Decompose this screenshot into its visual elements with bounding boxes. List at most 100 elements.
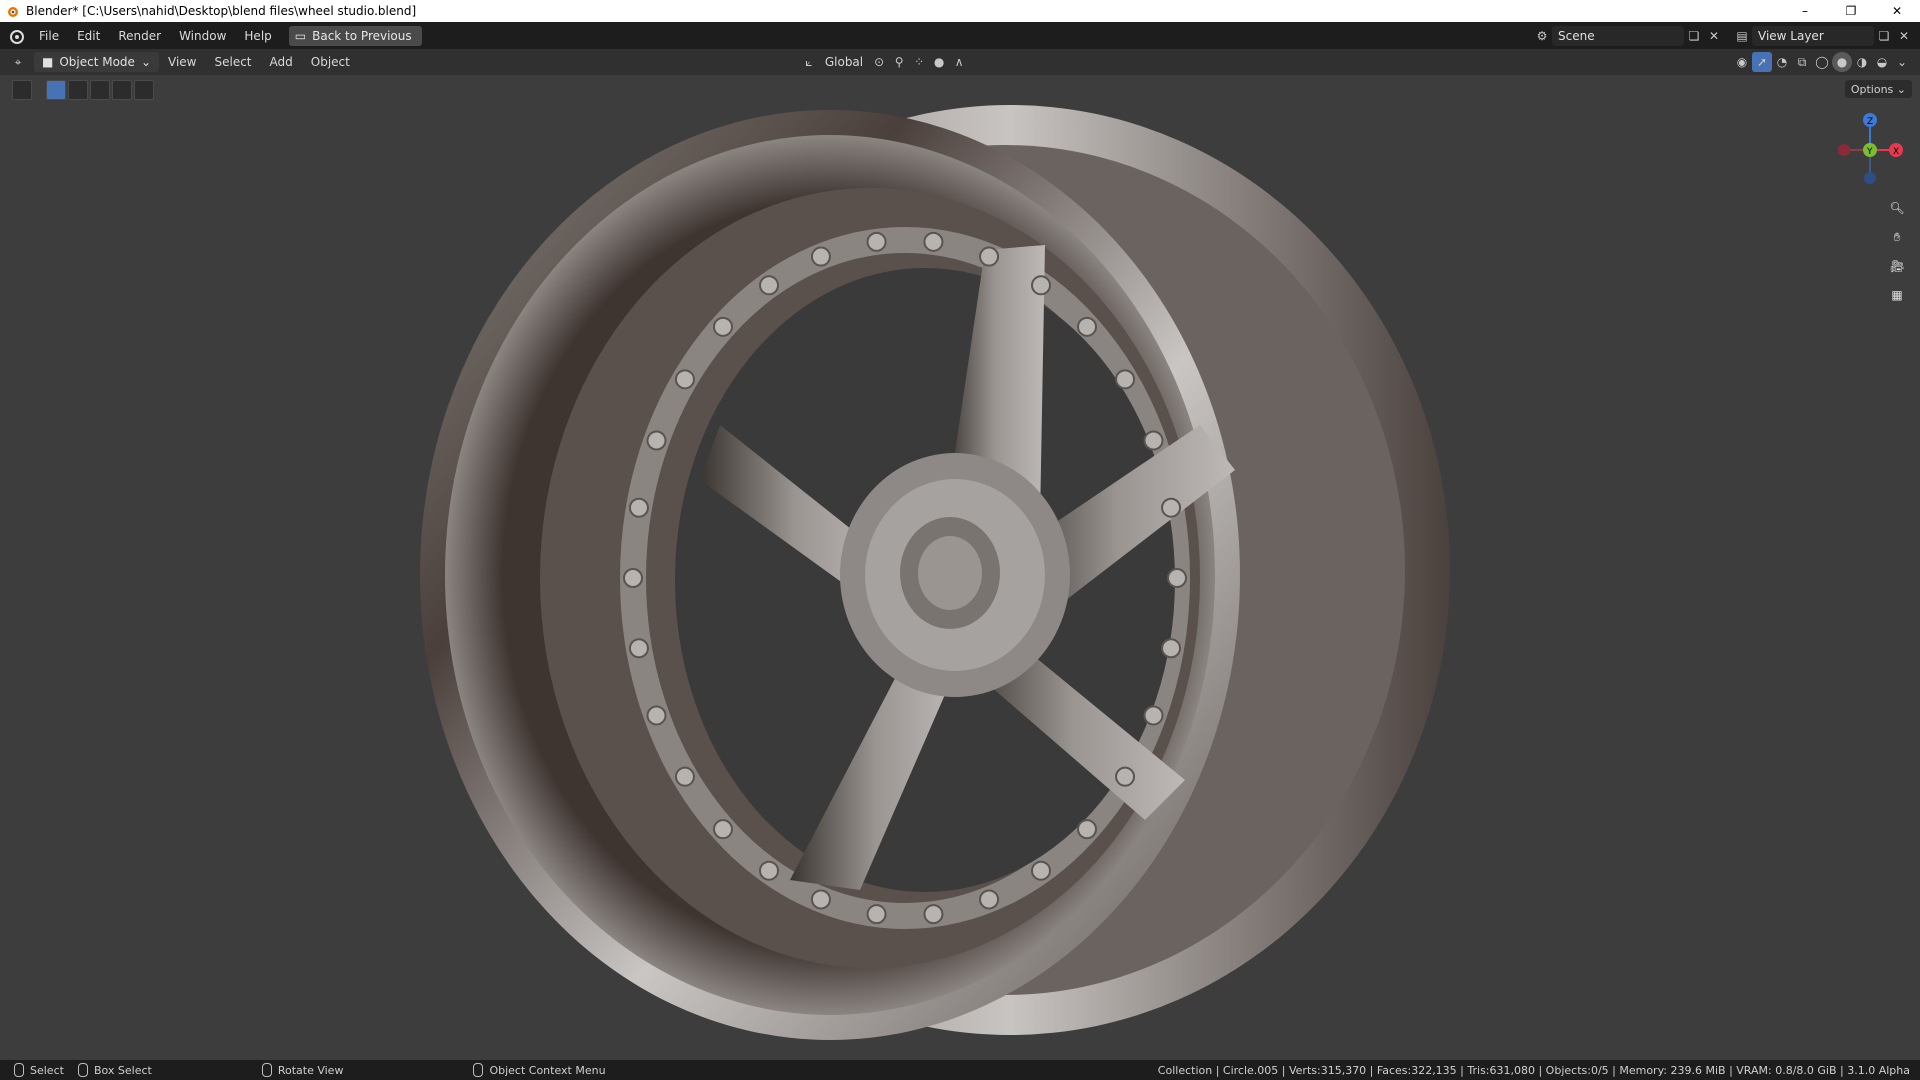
rendered-shading-icon[interactable]: ◒: [1872, 52, 1892, 72]
menu-edit[interactable]: Edit: [68, 29, 109, 43]
window-title: Blender* [C:\Users\nahid\Desktop\blend f…: [26, 4, 417, 18]
rim-bolt: [979, 889, 1000, 910]
falloff-icon[interactable]: ∧: [949, 52, 969, 72]
select-new-icon[interactable]: [46, 80, 66, 100]
rim-bolt: [1115, 369, 1136, 390]
rim-bolt: [923, 904, 944, 925]
proportional-edit-icon[interactable]: ●: [929, 52, 949, 72]
gizmo-x-label: X: [1893, 147, 1899, 157]
blender-logo-icon: [8, 7, 18, 17]
scene-statistics: Collection | Circle.005 | Verts:315,370 …: [1157, 1063, 1910, 1077]
select-extend-icon[interactable]: [68, 80, 88, 100]
menu-select[interactable]: Select: [205, 55, 260, 69]
rim-bolts: [623, 231, 1187, 925]
rim-bolt: [1031, 275, 1051, 296]
menu-file[interactable]: File: [30, 29, 68, 43]
rim-bolt: [712, 316, 733, 337]
close-button[interactable]: ✕: [1874, 0, 1920, 22]
new-view-layer-icon[interactable]: ❏: [1874, 26, 1894, 46]
shading-options-icon[interactable]: ⌄: [1892, 52, 1912, 72]
select-subtract-icon[interactable]: [90, 80, 110, 100]
mouse-left-icon: [14, 1063, 24, 1077]
delete-scene-icon[interactable]: ✕: [1704, 26, 1724, 46]
gizmo-toggle-icon[interactable]: ➚: [1752, 52, 1772, 72]
view-layer-icon[interactable]: ▤: [1732, 26, 1752, 46]
navigation-gizmo[interactable]: Z X Y: [1830, 110, 1910, 190]
rim-bolt: [628, 497, 649, 518]
hint-box-select: Box Select: [77, 1063, 152, 1077]
hint-context-menu: Object Context Menu: [473, 1063, 606, 1077]
restore-button[interactable]: ❐: [1828, 0, 1874, 22]
back-to-previous-button[interactable]: ▭ Back to Previous: [288, 25, 422, 46]
rim-bolt: [810, 889, 831, 910]
cube-icon: ■: [42, 55, 54, 69]
hint-rotate-view-label: Rotate View: [277, 1063, 344, 1077]
gizmo-y-label: Y: [1866, 147, 1873, 157]
pivot-icon[interactable]: ⊙: [869, 52, 889, 72]
hint-select: Select: [14, 1063, 64, 1077]
hint-select-label: Select: [30, 1063, 64, 1077]
solid-shading-icon[interactable]: ●: [1832, 52, 1852, 72]
delete-view-layer-icon[interactable]: ✕: [1894, 26, 1914, 46]
3d-viewport[interactable]: Z X Y: [0, 75, 1920, 1060]
chevron-down-icon: ⌄: [140, 55, 151, 69]
select-intersect-icon[interactable]: [134, 80, 154, 100]
scene-field[interactable]: Scene: [1552, 25, 1684, 46]
hint-box-select-label: Box Select: [93, 1063, 152, 1077]
visibility-icon[interactable]: ◉: [1732, 52, 1752, 72]
tweak-tool-icon[interactable]: [12, 80, 32, 100]
select-invert-icon[interactable]: [112, 80, 132, 100]
rim-bolt: [1161, 497, 1182, 518]
menu-view[interactable]: View: [159, 55, 205, 69]
rim-bolt: [646, 430, 667, 451]
snap-icon[interactable]: ⚲: [889, 52, 909, 72]
back-to-previous-label: Back to Previous: [312, 28, 412, 43]
rim-bolt: [866, 904, 887, 925]
pan-hand-icon[interactable]: ✋︎: [1884, 224, 1910, 250]
rim-bolt: [1167, 568, 1187, 588]
menu-add[interactable]: Add: [261, 55, 302, 69]
mouse-drag-icon: [77, 1063, 88, 1077]
snap-grid-icon[interactable]: ⁘: [909, 52, 929, 72]
gizmo-neg-z[interactable]: [1864, 172, 1876, 184]
options-dropdown[interactable]: Options ⌄: [1844, 80, 1912, 98]
rim-bolt: [674, 369, 695, 390]
rim-bolt: [759, 275, 779, 296]
rim-bolt: [759, 860, 779, 881]
minimize-button[interactable]: –: [1782, 0, 1828, 22]
view-layer-field[interactable]: View Layer: [1752, 25, 1874, 46]
orientation-global[interactable]: Global: [819, 55, 869, 69]
menu-render[interactable]: Render: [109, 29, 170, 43]
rim-bolt: [923, 231, 944, 252]
material-shading-icon[interactable]: ◑: [1852, 52, 1872, 72]
rim-bolt: [1077, 316, 1098, 337]
gizmo-neg-x[interactable]: [1838, 144, 1850, 156]
rim-bolt: [628, 638, 649, 659]
viewport-header: ⌖ ■ Object Mode ⌄ View Select Add Object…: [0, 49, 1920, 75]
transform-orientation-icon[interactable]: ⟀: [799, 52, 819, 72]
rim-bolt: [1115, 766, 1136, 787]
perspective-grid-icon[interactable]: ▦: [1884, 282, 1910, 308]
new-scene-icon[interactable]: ❏: [1684, 26, 1704, 46]
editor-type-icon[interactable]: ⌖: [8, 52, 28, 72]
xray-icon[interactable]: ⧉: [1792, 52, 1812, 72]
blender-menu-icon[interactable]: [8, 27, 26, 45]
wireframe-shading-icon[interactable]: ◯: [1812, 52, 1832, 72]
menu-window[interactable]: Window: [170, 29, 235, 43]
rim-bolt: [1077, 819, 1098, 840]
status-bar: Select Box Select Rotate View Object Con…: [0, 1060, 1920, 1080]
object-mode-dropdown[interactable]: ■ Object Mode ⌄: [34, 52, 159, 72]
hint-context-menu-label: Object Context Menu: [489, 1063, 606, 1077]
rim-bolt: [674, 766, 695, 787]
overlay-icon[interactable]: ◔: [1772, 52, 1792, 72]
menu-help[interactable]: Help: [235, 29, 280, 43]
view-layer-name: View Layer: [1758, 28, 1824, 43]
scene-icon[interactable]: ⚙: [1532, 26, 1552, 46]
camera-view-icon[interactable]: 🎥︎: [1884, 253, 1910, 279]
menu-object[interactable]: Object: [302, 55, 359, 69]
rim-bolt: [866, 231, 887, 252]
rim-bolt: [979, 246, 1000, 267]
screen-icon: ▭: [294, 28, 307, 43]
zoom-icon[interactable]: 🔍︎: [1884, 195, 1910, 221]
options-label: Options: [1850, 82, 1894, 96]
